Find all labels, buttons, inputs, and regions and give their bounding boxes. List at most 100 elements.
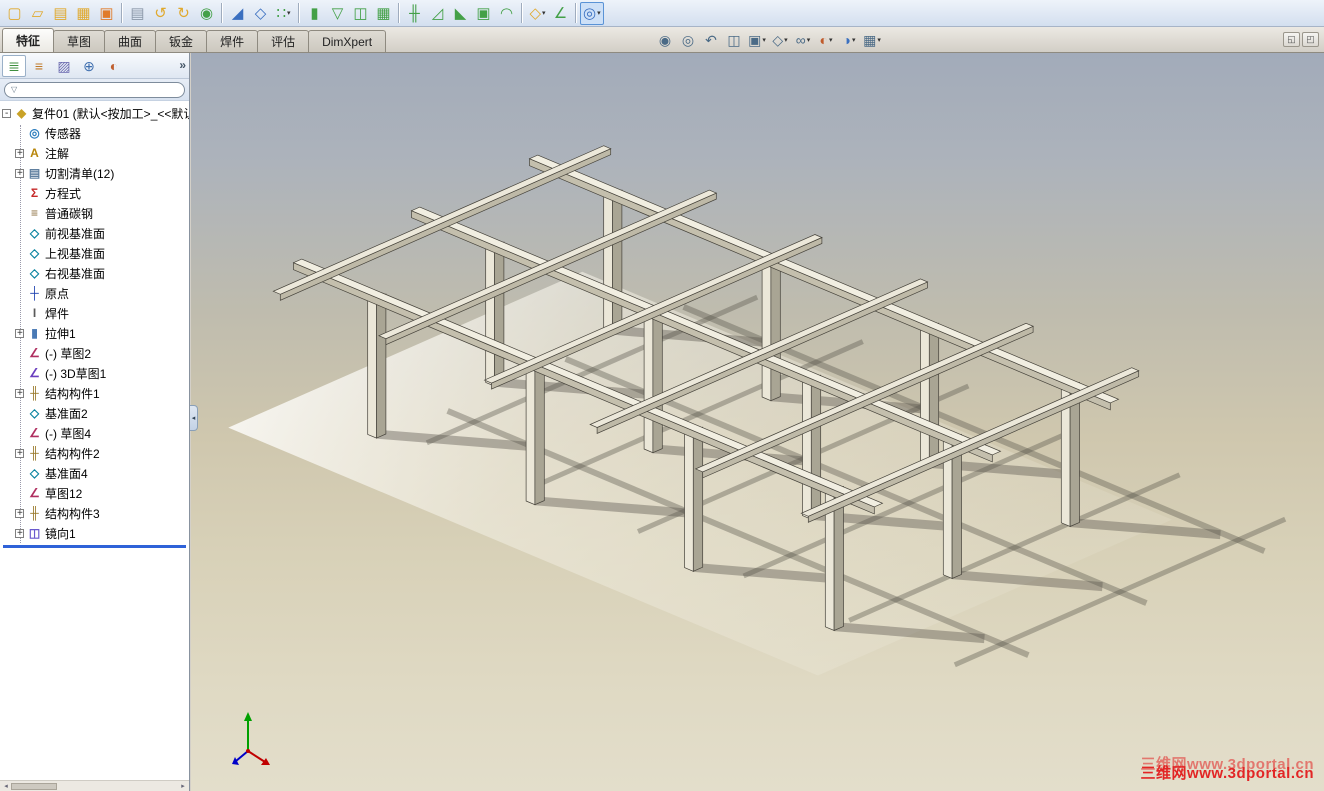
tree-item-mirror1[interactable]: ◫ 镜向1 xyxy=(0,523,189,543)
sketch-icon[interactable]: ◢▾ xyxy=(226,2,249,25)
view-orientation-icon[interactable]: ▣ ▾ xyxy=(747,30,767,50)
displaymanager-tab[interactable]: ◐ xyxy=(102,55,126,77)
tree-item-icon: ◫ xyxy=(28,526,41,540)
save-icon[interactable]: ▣▾ xyxy=(95,2,118,25)
tree-item-annotations[interactable]: A 注解 xyxy=(0,143,189,163)
tree-root[interactable]: ◆ 复件01 (默认<按加工>_<<默认 xyxy=(0,103,189,123)
structural-member-icon[interactable]: ╫▾ xyxy=(403,2,426,25)
section-view-icon[interactable]: ◫▾ xyxy=(724,30,744,50)
tree-item-right-plane[interactable]: ◇ 右视基准面 xyxy=(0,263,189,283)
zoom-to-fit-icon[interactable]: ◉▾ xyxy=(655,30,675,50)
grid-system-icon[interactable]: ∷ ▾ xyxy=(272,2,295,25)
extruded-cut-icon[interactable]: ▽▾ xyxy=(326,2,349,25)
undo-icon[interactable]: ↺▾ xyxy=(149,2,172,25)
rollback-bar[interactable] xyxy=(3,545,186,548)
trim-extend-icon[interactable]: ◿▾ xyxy=(426,2,449,25)
tab-evaluate[interactable]: 评估 xyxy=(257,30,310,52)
tab-sheet-metal[interactable]: 钣金 xyxy=(155,30,208,52)
tree-item-3dsketch1[interactable]: ∠ (-) 3D草图1 xyxy=(0,363,189,383)
linear-pattern-icon[interactable]: ▦▾ xyxy=(372,2,395,25)
tree-item-sketch2[interactable]: ∠ (-) 草图2 xyxy=(0,343,189,363)
tab-dimxpert[interactable]: DimXpert xyxy=(308,30,387,52)
graphics-area[interactable]: 三维网www.3dportal.cn 三维网www.3dportal.cn xyxy=(191,53,1324,791)
tree-expander[interactable] xyxy=(15,448,24,459)
dropdown-caret-icon: ▾ xyxy=(828,37,833,44)
tree-item-icon: ◇ xyxy=(29,226,40,240)
tree-item-material[interactable]: ≡ 普通碳钢 xyxy=(0,203,189,223)
dimxpertmanager-tab[interactable]: ⊕ xyxy=(77,55,101,77)
hide-show-items-icon[interactable]: ∞ ▾ xyxy=(793,30,813,50)
propertymanager-tab[interactable]: ≡ xyxy=(27,55,51,77)
tree-item-equations[interactable]: Σ 方程式 xyxy=(0,183,189,203)
print-icon[interactable]: ▤▾ xyxy=(126,2,149,25)
redo-icon[interactable]: ↻▾ xyxy=(172,2,195,25)
tree-item-cut-list[interactable]: ▤ 切割清单(12) xyxy=(0,163,189,183)
measure-icon[interactable]: ∠▾ xyxy=(549,2,572,25)
new-document-icon[interactable]: ▢▾ xyxy=(3,2,26,25)
scroll-right-arrow-icon[interactable]: ▸ xyxy=(178,782,188,790)
model-3d-view xyxy=(228,145,1287,676)
tree-expander[interactable] xyxy=(15,508,24,519)
open-icon[interactable]: ▱▾ xyxy=(26,2,49,25)
previous-view-icon[interactable]: ↶▾ xyxy=(701,30,721,50)
tree-item-plane2[interactable]: ◇ 基准面2 xyxy=(0,403,189,423)
make-drawing-icon[interactable]: ▤▾ xyxy=(49,2,72,25)
smart-dimension-icon[interactable]: ◇▾ xyxy=(249,2,272,25)
tree-item-origin[interactable]: ┼ 原点 xyxy=(0,283,189,303)
filter-icon: ▽ xyxy=(11,85,18,94)
rebuild-icon[interactable]: ◉▾ xyxy=(195,2,218,25)
scrollbar-thumb[interactable] xyxy=(11,782,57,790)
tree-item-front-plane[interactable]: ◇ 前视基准面 xyxy=(0,223,189,243)
selection-filter-icon[interactable]: ◎ ▾ xyxy=(580,1,604,25)
scroll-left-arrow-icon[interactable]: ◂ xyxy=(1,782,11,790)
weld-bead-icon[interactable]: ◠▾ xyxy=(495,2,518,25)
tab-label: DimXpert xyxy=(322,34,373,49)
pin-commandmanager-button[interactable]: ◰ xyxy=(1302,32,1319,47)
featuremanager-tab[interactable]: ≣ xyxy=(2,54,26,77)
panel-collapse-handle[interactable]: ◂ xyxy=(190,405,198,431)
dropdown-caret-icon: ▾ xyxy=(287,10,291,17)
apply-scene-icon[interactable]: ◑ ▾ xyxy=(839,30,859,50)
tree-filter-input[interactable] xyxy=(20,83,178,96)
mirror-icon[interactable]: ◫▾ xyxy=(349,2,372,25)
tree-expander[interactable] xyxy=(15,328,24,339)
tree-item-structural-member1[interactable]: ╫ 结构构件1 xyxy=(0,383,189,403)
tree-filter-box[interactable]: ▽ xyxy=(4,81,185,98)
tree-expander[interactable] xyxy=(15,388,24,399)
tree-item-extrude1[interactable]: ▮ 拉伸1 xyxy=(0,323,189,343)
reference-geometry-icon[interactable]: ◇ ▾ xyxy=(526,2,549,25)
tab-features[interactable]: 特征 xyxy=(2,28,55,52)
tab-weldments[interactable]: 焊件 xyxy=(206,30,259,52)
tab-label: 评估 xyxy=(271,35,296,49)
tree-item-structural-member2[interactable]: ╫ 结构构件2 xyxy=(0,443,189,463)
tab-sketch[interactable]: 草图 xyxy=(53,30,106,52)
tree-item-sketch4[interactable]: ∠ (-) 草图4 xyxy=(0,423,189,443)
view-settings-icon[interactable]: ▦ ▾ xyxy=(862,30,882,50)
panel-tabs-overflow-chevron[interactable]: » xyxy=(179,58,186,72)
gusset-icon[interactable]: ◣▾ xyxy=(449,2,472,25)
tree-item-weldment[interactable]: I 焊件 xyxy=(0,303,189,323)
tree-item-structural-member3[interactable]: ╫ 结构构件3 xyxy=(0,503,189,523)
tab-surfaces[interactable]: 曲面 xyxy=(104,30,157,52)
zoom-to-area-icon[interactable]: ◎▾ xyxy=(678,30,698,50)
tree-item-plane4[interactable]: ◇ 基准面4 xyxy=(0,463,189,483)
collapse-commandmanager-button[interactable]: ◱ xyxy=(1283,32,1300,47)
tree-item-top-plane[interactable]: ◇ 上视基准面 xyxy=(0,243,189,263)
edit-appearance-icon[interactable]: ◐ ▾ xyxy=(816,30,836,50)
tree-item-sensors[interactable]: ◎ 传感器 xyxy=(0,123,189,143)
tree-item-icon: ▮ xyxy=(31,326,38,340)
end-cap-icon[interactable]: ▣▾ xyxy=(472,2,495,25)
tree-item-label: 上视基准面 xyxy=(45,246,106,261)
tree-item-icon: ╫ xyxy=(30,506,39,520)
tree-expander[interactable] xyxy=(15,168,24,179)
tree-expander[interactable] xyxy=(2,108,11,119)
configurationmanager-tab[interactable]: ▨ xyxy=(52,55,76,77)
tree-expander[interactable] xyxy=(15,148,24,159)
tree-item-sketch12[interactable]: ∠ 草图12 xyxy=(0,483,189,503)
tree-expander[interactable] xyxy=(15,528,24,539)
extruded-boss-icon[interactable]: ▮▾ xyxy=(303,2,326,25)
make-assembly-icon[interactable]: ▦▾ xyxy=(72,2,95,25)
tree-horizontal-scrollbar[interactable]: ◂ ▸ xyxy=(0,780,189,791)
tree-item-label: 镜向1 xyxy=(45,526,76,541)
display-style-icon[interactable]: ◇ ▾ xyxy=(770,30,790,50)
